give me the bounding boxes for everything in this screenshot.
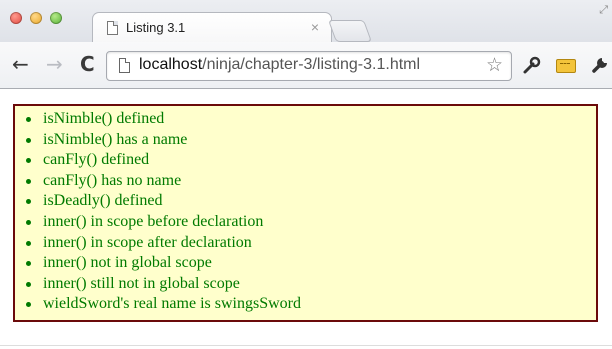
tab-title: Listing 3.1 (126, 20, 186, 35)
reload-button[interactable]: C (80, 52, 95, 76)
list-item: wieldSword's real name is swingsSword (15, 294, 596, 315)
url-path: /ninja/chapter-3/listing-3.1.html (202, 56, 421, 73)
address-bar[interactable]: localhost/ninja/chapter-3/listing-3.1.ht… (106, 51, 512, 81)
tab-close-icon[interactable]: × (311, 19, 319, 35)
list-item: inner() in scope before declaration (15, 212, 596, 233)
divider (0, 345, 612, 346)
list-item: inner() not in global scope (15, 253, 596, 274)
forward-button[interactable]: → (46, 52, 63, 76)
url-text: localhost/ninja/chapter-3/listing-3.1.ht… (139, 56, 420, 74)
back-button[interactable]: ← (12, 52, 29, 76)
fullscreen-icon[interactable]: ⤢ (599, 4, 608, 17)
developer-tools-icon[interactable] (522, 52, 542, 82)
list-item: inner() in scope after declaration (15, 233, 596, 254)
bookmark-star-icon[interactable]: ☆ (486, 54, 503, 76)
window-close-button[interactable] (10, 12, 22, 24)
url-host: localhost (139, 56, 203, 73)
page-icon (107, 21, 118, 35)
list-item: inner() still not in global scope (15, 274, 596, 295)
list-item: canFly() defined (15, 150, 596, 171)
new-tab-button[interactable] (327, 20, 373, 42)
list-item: canFly() has no name (15, 171, 596, 192)
wrench-icon[interactable] (590, 52, 610, 82)
tab-listing[interactable]: Listing 3.1 × (92, 12, 332, 43)
list-item: isDeadly() defined (15, 191, 596, 212)
window-minimize-button[interactable] (30, 12, 42, 24)
page-icon (119, 58, 130, 73)
tab-strip: Listing 3.1 × ⤢ (0, 0, 612, 43)
ruler-icon[interactable] (556, 59, 576, 73)
browser-toolbar: ← → C localhost/ninja/chapter-3/listing-… (0, 42, 612, 89)
results-list: isNimble() defined isNimble() has a name… (15, 106, 596, 315)
list-item: isNimble() has a name (15, 130, 596, 151)
results-box: isNimble() defined isNimble() has a name… (13, 104, 598, 322)
list-item: isNimble() defined (15, 109, 596, 130)
window-maximize-button[interactable] (50, 12, 62, 24)
